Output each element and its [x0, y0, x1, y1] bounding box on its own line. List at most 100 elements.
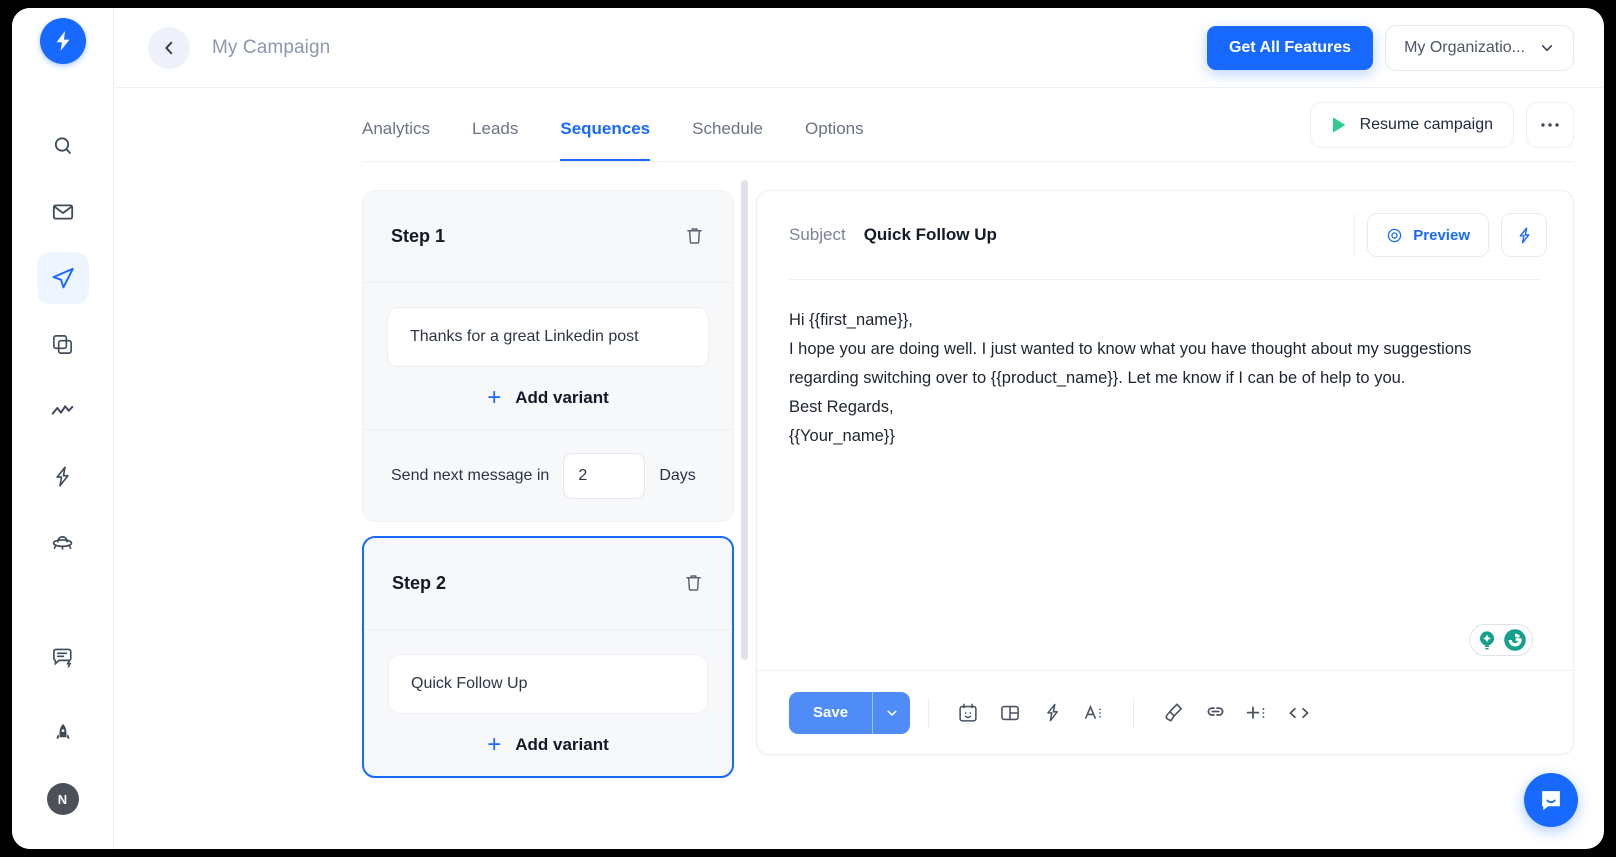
sidebar-item-templates[interactable] — [37, 318, 89, 370]
lightning-bolt-logo-icon — [56, 31, 69, 51]
main-area: My Campaign Get All Features My Organiza… — [114, 8, 1604, 849]
code-view-button[interactable] — [1278, 692, 1320, 734]
tab-bar: Analytics Leads Sequences Schedule Optio… — [114, 88, 1604, 162]
email-editor-panel: Subject Quick Follow Up Preview Hi {{fir… — [756, 190, 1574, 755]
editor-header-actions: Preview — [1354, 213, 1547, 257]
trash-icon — [686, 574, 701, 591]
organization-label: My Organizatio... — [1404, 38, 1525, 56]
trash-icon — [687, 227, 702, 244]
mail-icon — [52, 204, 73, 220]
ai-assist-button[interactable] — [1501, 213, 1547, 257]
code-brackets-icon — [1289, 707, 1309, 718]
insert-variable-button[interactable] — [1236, 692, 1278, 734]
step-header: Step 1 — [363, 191, 733, 283]
chat-smile-icon — [1542, 791, 1560, 811]
step-title: Step 1 — [391, 226, 446, 246]
intercom-launcher-button[interactable] — [1524, 773, 1578, 827]
delay-days-input[interactable] — [563, 452, 646, 499]
sidebar-item-inbox[interactable] — [37, 186, 89, 238]
clear-formatting-button[interactable] — [1152, 692, 1194, 734]
app-window: N My Campaign Get All Features My Organi… — [12, 8, 1604, 849]
back-button[interactable] — [148, 26, 190, 69]
variant-item[interactable]: Quick Follow Up — [388, 654, 708, 714]
body-line: Best Regards, — [789, 398, 894, 416]
add-variant-label: Add variant — [515, 735, 609, 754]
sidebar-item-search[interactable] — [37, 120, 89, 172]
ufo-icon — [52, 535, 73, 550]
sidebar-item-leads-finder[interactable] — [37, 516, 89, 568]
tab-analytics[interactable]: Analytics — [362, 119, 430, 162]
step-body: Quick Follow Up + Add variant — [364, 630, 732, 776]
search-icon — [54, 137, 71, 154]
subject-label: Subject — [789, 225, 846, 244]
layout-grid-icon — [1001, 705, 1019, 720]
link-icon — [1207, 707, 1223, 716]
step-card[interactable]: Step 2 Quick Follow Up + Add variant — [362, 536, 734, 778]
more-actions-button[interactable] — [1526, 102, 1574, 148]
insert-link-button[interactable] — [1194, 692, 1236, 734]
preview-label: Preview — [1413, 226, 1470, 244]
eye-target-icon — [1388, 228, 1402, 242]
ai-lightning-button[interactable] — [1031, 692, 1073, 734]
paper-plane-icon — [51, 267, 74, 289]
top-bar: My Campaign Get All Features My Organiza… — [114, 8, 1604, 88]
left-sidebar: N — [12, 8, 114, 849]
emoji-calendar-icon — [959, 703, 977, 722]
step-title: Step 2 — [392, 573, 447, 593]
sidebar-item-support-chat[interactable] — [37, 631, 89, 683]
step-header: Step 2 — [364, 538, 732, 630]
divider — [1354, 214, 1356, 256]
lightning-icon — [1519, 227, 1529, 243]
step-card[interactable]: Step 1 Thanks for a great Linkedin post … — [362, 190, 734, 522]
editor-header: Subject Quick Follow Up Preview — [757, 191, 1573, 279]
sidebar-item-whats-new[interactable] — [37, 707, 89, 759]
font-size-button[interactable] — [1073, 692, 1115, 734]
delete-step-button[interactable] — [684, 225, 705, 249]
subject-input[interactable]: Quick Follow Up — [864, 225, 997, 245]
preview-button[interactable]: Preview — [1367, 213, 1489, 257]
chat-ai-icon — [53, 648, 72, 668]
add-variant-button[interactable]: + Add variant — [387, 367, 709, 429]
app-logo[interactable] — [39, 18, 86, 64]
step-body: Thanks for a great Linkedin post + Add v… — [363, 283, 733, 429]
grammarly-badge[interactable] — [1469, 624, 1533, 656]
copy-stack-icon — [53, 334, 72, 354]
email-body-editor[interactable]: Hi {{first_name}}, I hope you are doing … — [757, 280, 1573, 670]
tab-options[interactable]: Options — [805, 119, 864, 162]
sidebar-item-campaigns[interactable] — [36, 252, 89, 304]
lightbulb-icon — [1480, 631, 1494, 650]
sequence-content: Step 1 Thanks for a great Linkedin post … — [114, 162, 1604, 849]
organization-select[interactable]: My Organizatio... — [1385, 24, 1574, 71]
sidebar-bottom: N — [37, 631, 89, 815]
tab-leads[interactable]: Leads — [472, 119, 518, 162]
analytics-line-icon — [51, 404, 74, 415]
save-button[interactable]: Save — [789, 691, 873, 734]
layout-grid-button[interactable] — [989, 692, 1031, 734]
lightning-icon — [1046, 703, 1058, 722]
variant-item[interactable]: Thanks for a great Linkedin post — [387, 307, 709, 367]
sidebar-nav — [36, 120, 89, 568]
tab-schedule[interactable]: Schedule — [692, 119, 763, 162]
chevron-left-icon — [165, 41, 173, 54]
delay-label: Send next message in — [391, 466, 550, 484]
steps-scrollbar[interactable] — [741, 180, 748, 660]
save-options-button[interactable] — [872, 691, 911, 734]
plus-icon: + — [487, 384, 502, 411]
steps-column: Step 1 Thanks for a great Linkedin post … — [362, 190, 734, 849]
sidebar-item-analytics[interactable] — [37, 384, 89, 436]
emoji-calendar-button[interactable] — [947, 692, 989, 734]
ellipsis-horizontal-icon — [1541, 123, 1559, 127]
step-delay-row: Send next message in Days — [363, 429, 733, 521]
get-all-features-button[interactable]: Get All Features — [1206, 25, 1374, 70]
save-button-group: Save — [789, 691, 911, 734]
resume-campaign-button[interactable]: Resume campaign — [1309, 102, 1514, 148]
body-line: I hope you are doing well. I just wanted… — [789, 340, 1472, 387]
tab-sequences[interactable]: Sequences — [560, 119, 651, 162]
toolbar-divider — [928, 697, 930, 728]
chevron-down-icon — [1541, 44, 1553, 51]
avatar[interactable]: N — [46, 783, 79, 815]
tab-list: Analytics Leads Sequences Schedule Optio… — [362, 119, 864, 162]
delete-step-button[interactable] — [683, 572, 704, 596]
sidebar-item-automations[interactable] — [37, 450, 89, 502]
add-variant-button[interactable]: + Add variant — [388, 714, 708, 776]
